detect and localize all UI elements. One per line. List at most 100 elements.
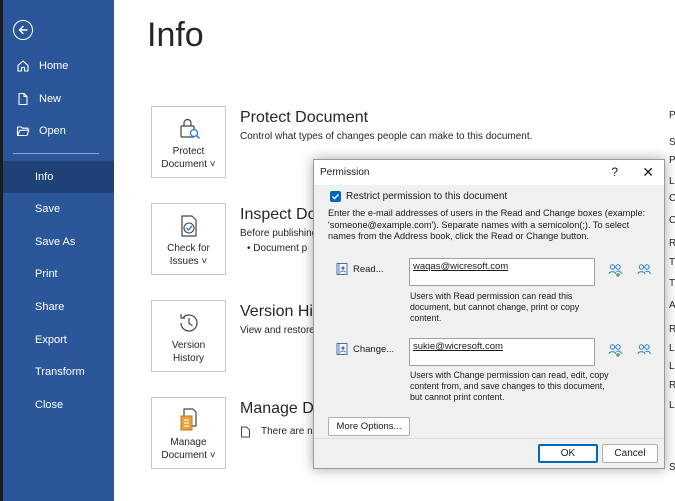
property-label: P [669,110,675,121]
permission-dialog: Permission ? ✕ Restrict permission to th… [313,159,665,469]
document-files-icon [175,406,203,434]
section-title: Protect Document [240,109,369,126]
property-label: R [669,238,675,249]
property-label: S [669,137,675,148]
lock-search-icon [175,115,203,143]
check-names-icon[interactable] [636,262,652,278]
sidebar-item-label: Print [35,268,58,280]
back-arrow-icon [18,25,28,35]
tile-label: Document ˅ [161,450,216,461]
sidebar-item-print[interactable]: Print [3,258,114,290]
sidebar-item-label: Home [39,60,69,72]
document-check-icon [175,212,203,240]
back-button[interactable] [13,20,33,40]
read-button[interactable]: Read... [353,264,384,275]
sidebar-item-save-as[interactable]: Save As [3,226,114,258]
home-icon [15,58,31,74]
check-names-icon[interactable] [636,342,652,358]
restrict-permission-checkbox[interactable]: Restrict permission to this document [330,191,507,202]
property-label: P [669,155,675,166]
add-people-icon[interactable] [607,262,623,278]
sidebar-item-open[interactable]: Open [3,115,114,147]
property-label: R [669,380,675,391]
property-label: T [669,278,675,289]
sidebar-item-home[interactable]: Home [3,50,114,82]
read-help-text: Users with Read permission can read this… [410,291,580,323]
change-help-text: Users with Change permission can read, e… [410,370,609,402]
sidebar-divider [13,153,99,154]
sidebar-item-label: Export [35,334,67,346]
sidebar-item-label: Save As [35,236,76,248]
tile-label: Manage [170,437,207,448]
read-users-field[interactable]: waqas@wicresoft.com [409,258,595,286]
section-description: Before publishing [240,228,318,239]
dialog-title: Permission [320,167,370,178]
property-label: L [669,176,675,187]
property-label: C [669,215,675,226]
sidebar-item-label: Info [35,171,54,183]
sidebar-item-label: Open [39,125,66,137]
read-user-email: waqas@wicresoft.com [413,261,509,272]
section-title: Manage Do [240,400,323,417]
protect-document-button[interactable]: Protect Document ˅ [151,106,226,178]
dialog-footer: OK Cancel [314,438,664,468]
property-label: R [669,324,675,335]
page-title: Info [147,16,204,54]
checkbox-checked-icon[interactable] [330,191,341,202]
address-book-icon [335,262,349,276]
property-label: A [669,300,675,311]
property-label: T [669,257,675,268]
sidebar-item-export[interactable]: Export [3,324,114,356]
address-book-icon [335,342,349,356]
dialog-instructions: Enter the e-mail addresses of users in t… [328,208,646,241]
section-bullet: • Document p [247,243,308,254]
manage-document-button[interactable]: Manage Document ˅ [151,397,226,469]
tile-label: Check for [167,243,210,254]
section-description: Control what types of changes people can… [240,131,533,142]
section-title: Inspect Do [240,206,317,223]
section-title: Version His [240,303,321,320]
sidebar-item-new[interactable]: New [3,83,114,115]
sidebar-item-info[interactable]: Info [3,161,114,193]
change-button[interactable]: Change... [353,344,394,355]
sidebar-item-label: New [39,93,62,105]
new-document-icon [15,91,31,107]
sidebar-item-label: Close [35,399,64,411]
sidebar-item-transform[interactable]: Transform [3,356,114,388]
sidebar-item-label: Save [35,203,61,215]
sidebar-item-close[interactable]: Close [3,389,114,421]
ok-button[interactable]: OK [538,444,598,463]
check-for-issues-button[interactable]: Check for Issues ˅ [151,203,226,275]
sidebar-item-share[interactable]: Share [3,291,114,323]
tile-label: History [172,353,205,364]
property-label: L [669,343,675,354]
cancel-button[interactable]: Cancel [602,444,658,463]
document-icon [240,425,251,438]
change-user-email: sukie@wicresoft.com [413,341,503,352]
backstage-sidebar: Home New Open Info Save Save As Print Sh… [3,0,114,501]
version-history-button[interactable]: Version History [151,300,226,372]
restrict-permission-label: Restrict permission to this document [346,191,508,202]
close-button[interactable]: ✕ [642,164,654,181]
history-clock-icon [175,309,203,337]
more-options-button[interactable]: More Options... [328,417,410,436]
tile-label: Document ˅ [161,159,216,170]
add-people-icon[interactable] [607,342,623,358]
help-button[interactable]: ? [611,165,618,179]
property-label: L [669,400,675,411]
word-backstage-window: Home New Open Info Save Save As Print Sh… [3,0,675,501]
section-description: There are no [261,426,319,437]
tile-label: Version [171,340,206,351]
property-label: S [669,462,675,473]
property-label: C [669,193,675,204]
section-description: View and restore [240,325,315,336]
property-label: L [669,361,675,372]
folder-open-icon [15,123,31,139]
sidebar-item-save[interactable]: Save [3,193,114,225]
tile-label: Protect [172,146,205,157]
change-users-field[interactable]: sukie@wicresoft.com [409,338,595,366]
tile-label: Issues ˅ [169,256,208,267]
sidebar-item-label: Share [35,301,65,313]
dialog-titlebar[interactable]: Permission ? ✕ [314,160,664,185]
sidebar-item-label: Transform [35,366,85,378]
